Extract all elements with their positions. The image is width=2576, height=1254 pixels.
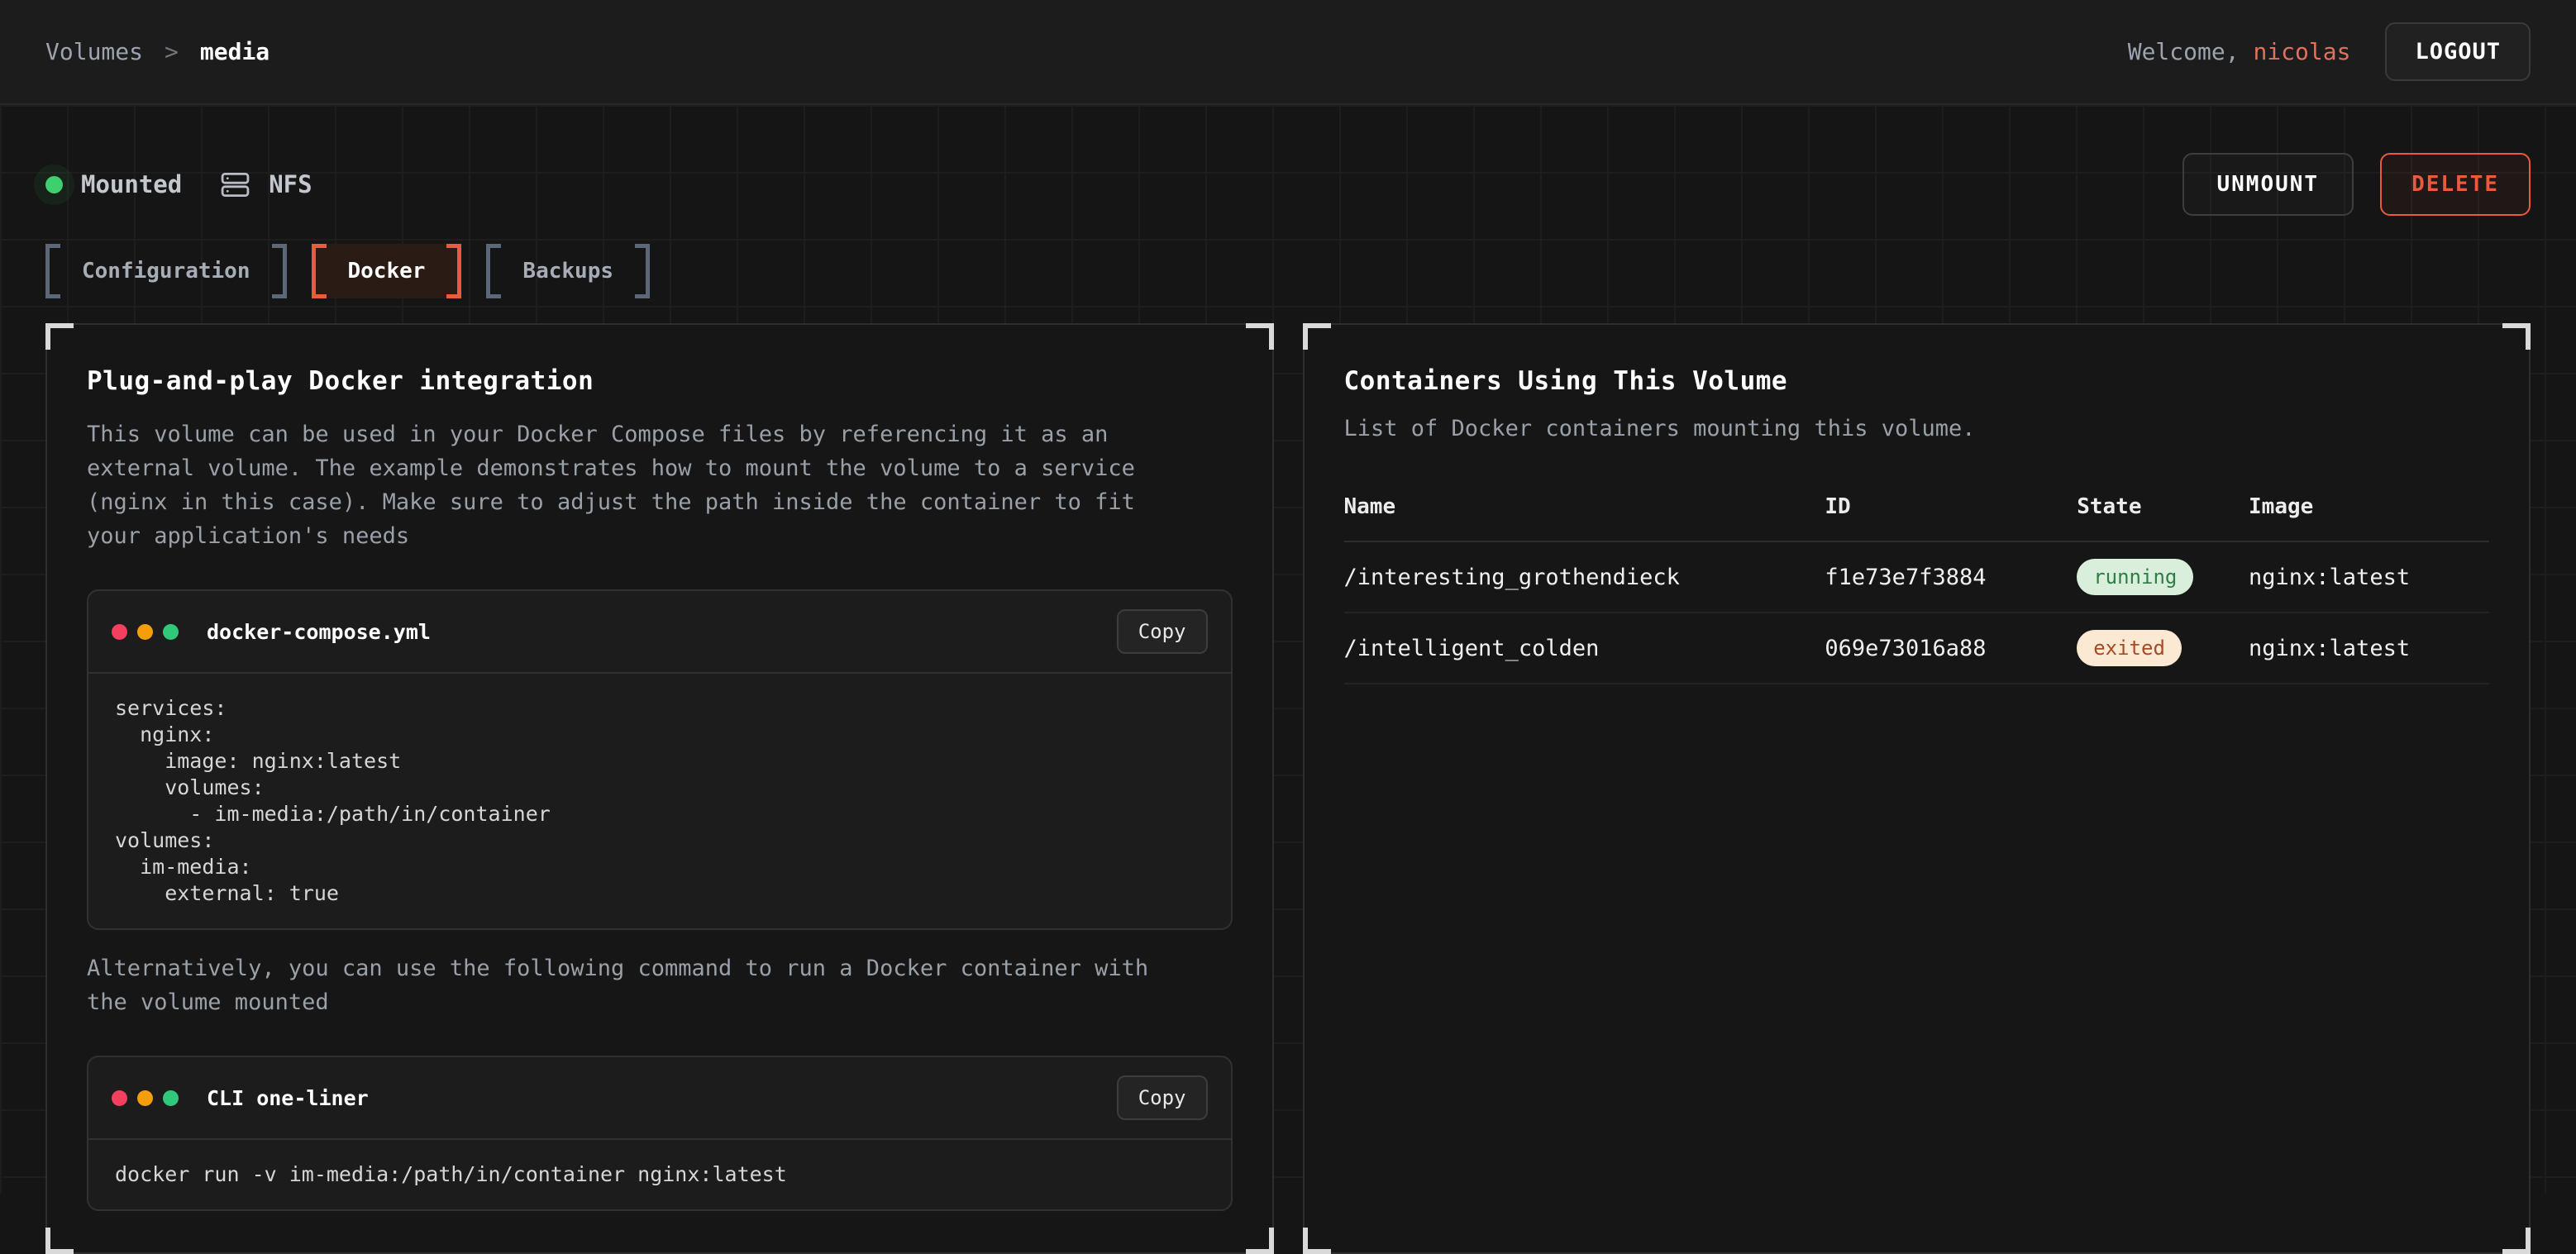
docker-panel-description: This volume can be used in your Docker C… [87,417,1186,553]
container-state: exited [2077,630,2249,666]
container-name: /intelligent_colden [1344,636,1825,661]
compose-code-block: docker-compose.yml Copy services: nginx:… [87,589,1233,930]
panel-corner-icon [1303,1228,1331,1254]
panel-corner-icon [1246,1228,1274,1254]
logout-button[interactable]: LOGOUT [2385,22,2531,81]
docker-panel-title: Plug-and-play Docker integration [87,366,1233,396]
copy-cli-button[interactable]: Copy [1117,1075,1208,1120]
top-bar-right: Welcome, nicolas LOGOUT [2128,22,2531,81]
panel-corner-icon [45,323,74,350]
container-image: nginx:latest [2249,636,2489,661]
volume-status-row: Mounted NFS UNMOUNT DELETE [45,155,2531,214]
traffic-light-green-icon [163,624,179,640]
tab-label: Backups [522,259,613,284]
containers-table-header: Name ID State Image [1344,494,2490,542]
containers-panel: Containers Using This Volume List of Doc… [1303,323,2531,1254]
volume-status: Mounted NFS [45,169,312,200]
container-name: /interesting_grothendieck [1344,565,1825,590]
bracket-right-icon [446,244,461,298]
container-row: /intelligent_colden 069e73016a88 exited … [1344,613,2490,684]
bracket-left-icon [45,244,60,298]
docker-integration-panel: Plug-and-play Docker integration This vo… [45,323,1274,1254]
traffic-light-amber-icon [137,1090,153,1106]
container-image: nginx:latest [2249,565,2489,590]
container-row: /interesting_grothendieck f1e73e7f3884 r… [1344,542,2490,613]
containers-table: Name ID State Image /interesting_grothen… [1344,494,2490,684]
state-badge: running [2077,559,2193,595]
tab-label: Docker [348,259,426,284]
state-badge: exited [2077,630,2182,666]
delete-button[interactable]: DELETE [2380,153,2531,216]
mounted-status-dot-icon [45,176,63,193]
column-header-id: ID [1825,494,2077,519]
compose-filename: docker-compose.yml [207,620,431,644]
containers-panel-subtitle: List of Docker containers mounting this … [1344,416,2490,441]
tab-docker[interactable]: Docker [312,244,462,298]
top-bar: Volumes > media Welcome, nicolas LOGOUT [0,0,2576,105]
compose-code-header: docker-compose.yml Copy [88,591,1231,674]
username: nicolas [2253,38,2350,65]
main-content: Mounted NFS UNMOUNT DELETE Configuration [0,105,2576,1194]
panel-corner-icon [1303,323,1331,350]
bracket-right-icon [272,244,287,298]
column-header-state: State [2077,494,2249,519]
mounted-status-label: Mounted [81,170,182,198]
container-id: 069e73016a88 [1825,636,2077,661]
tab-backups[interactable]: Backups [486,244,650,298]
panel-corner-icon [1246,323,1274,350]
tab-bar: Configuration Docker Backups [45,244,2531,298]
bracket-right-icon [635,244,650,298]
traffic-light-red-icon [112,1090,127,1106]
panels-row: Plug-and-play Docker integration This vo… [45,323,2531,1254]
column-header-name: Name [1344,494,1825,519]
bracket-left-icon [486,244,501,298]
breadcrumb-volumes-link[interactable]: Volumes [45,38,143,65]
welcome-prefix: Welcome, [2128,38,2240,65]
cli-intro-text: Alternatively, you can use the following… [87,951,1186,1019]
volume-actions: UNMOUNT DELETE [2182,153,2531,216]
container-state: running [2077,559,2249,595]
tab-label: Configuration [82,259,250,284]
cli-block-title: CLI one-liner [207,1086,369,1110]
traffic-light-red-icon [112,624,127,640]
column-header-image: Image [2249,494,2489,519]
cli-code-header: CLI one-liner Copy [88,1057,1231,1140]
panel-corner-icon [2502,323,2531,350]
cli-code-content: docker run -v im-media:/path/in/containe… [88,1140,1231,1209]
container-id: f1e73e7f3884 [1825,565,2077,590]
panel-corner-icon [45,1228,74,1254]
cli-code-block: CLI one-liner Copy docker run -v im-medi… [87,1056,1233,1211]
containers-panel-title: Containers Using This Volume [1344,366,2490,396]
bracket-left-icon [312,244,327,298]
server-icon [220,169,250,200]
unmount-button[interactable]: UNMOUNT [2182,153,2354,216]
welcome-text: Welcome, nicolas [2128,38,2351,65]
compose-code-content: services: nginx: image: nginx:latest vol… [88,674,1231,928]
traffic-light-amber-icon [137,624,153,640]
panel-corner-icon [2502,1228,2531,1254]
driver-label: NFS [269,170,312,198]
tab-configuration[interactable]: Configuration [45,244,287,298]
breadcrumb: Volumes > media [45,38,270,65]
breadcrumb-separator-icon: > [165,38,179,65]
breadcrumb-current-volume: media [200,38,270,65]
traffic-light-green-icon [163,1090,179,1106]
copy-compose-button[interactable]: Copy [1117,609,1208,654]
